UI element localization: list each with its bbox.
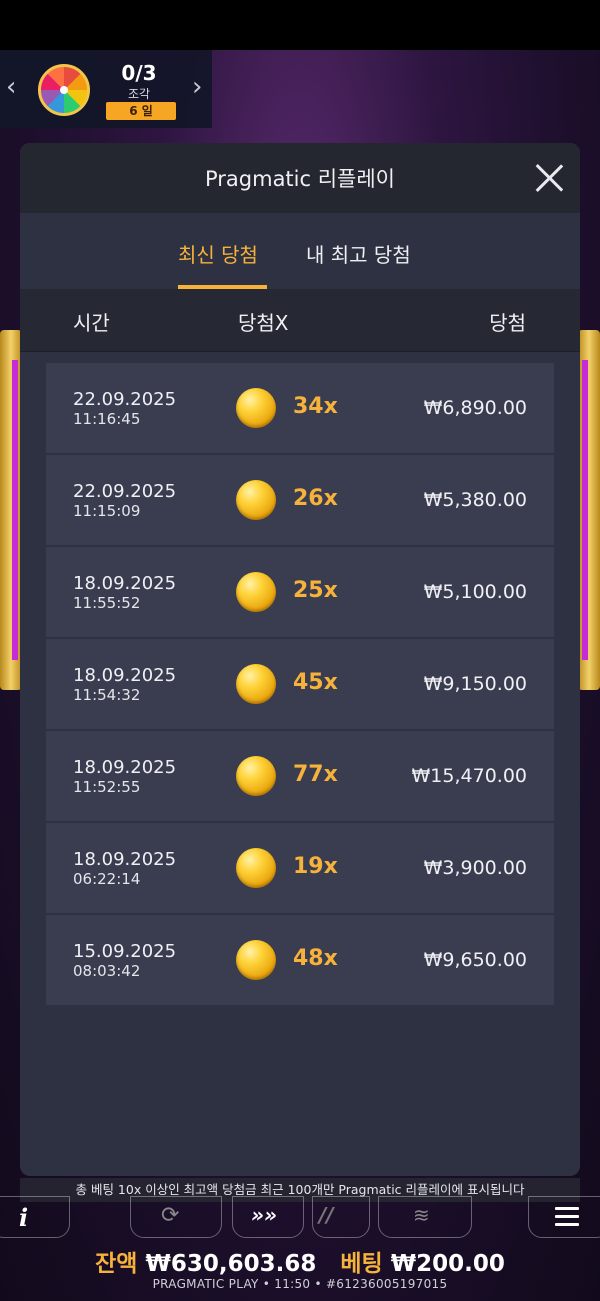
row-amount: ₩3,900.00 [423,857,527,879]
row-date: 22.09.2025 [73,389,177,410]
row-multiplier: 45x [293,670,338,695]
balance-bet-line: 잔액 ₩630,603.68 베팅 ₩200.00 [0,1244,600,1278]
turbo-icon: »» [251,1203,277,1227]
tab-latest-wins[interactable]: 최신 당첨 [178,239,258,268]
column-header-multiplier: 당첨X [238,311,289,335]
row-amount: ₩5,380.00 [423,489,527,511]
quick-spin-icon: // [319,1203,334,1227]
row-amount: ₩9,650.00 [423,949,527,971]
row-time: 11:55:52 [73,594,141,612]
row-time: 08:03:42 [73,962,141,980]
row-time: 11:52:55 [73,778,141,796]
table-row[interactable]: 18.09.2025 06:22:14 19x ₩3,900.00 [46,823,554,913]
row-multiplier: 34x [293,394,338,419]
table-row[interactable]: 18.09.2025 11:52:55 77x ₩15,470.00 [46,731,554,821]
bet-value: ₩200.00 [390,1251,505,1277]
row-multiplier: 26x [293,486,338,511]
row-multiplier: 25x [293,578,338,603]
info-button[interactable]: i [0,1196,70,1238]
prize-days-badge: 6 일 [106,102,176,120]
prize-label: 조각 [127,87,151,101]
autoplay-icon: ⟳ [161,1203,180,1228]
coin-icon [236,756,276,796]
row-date: 22.09.2025 [73,481,177,502]
reel-frame-left [0,330,22,690]
table-row[interactable]: 22.09.2025 11:15:09 26x ₩5,380.00 [46,455,554,545]
reel-frame-right [578,330,600,690]
table-row[interactable]: 18.09.2025 11:55:52 25x ₩5,100.00 [46,547,554,637]
table-row[interactable]: 15.09.2025 08:03:42 48x ₩9,650.00 [46,915,554,1005]
balance-label: 잔액 [95,1251,138,1277]
wheel-icon [38,64,90,116]
row-date: 18.09.2025 [73,665,177,686]
row-time: 11:54:32 [73,686,141,704]
row-date: 18.09.2025 [73,757,177,778]
balance-value: ₩630,603.68 [145,1251,317,1277]
row-time: 06:22:14 [73,870,141,888]
replay-modal: Pragmatic 리플레이 최신 당첨 내 최고 당첨 시간 당첨X 당첨 2… [20,143,580,1176]
bet-settings-button[interactable]: ≋ [378,1196,472,1238]
row-multiplier: 77x [293,762,338,787]
status-bar-area [0,0,600,50]
game-status-line: PRAGMATIC PLAY • 11:50 • #61236005197015 [152,1277,448,1291]
coin-icon [236,480,276,520]
table-row[interactable]: 18.09.2025 11:54:32 45x ₩9,150.00 [46,639,554,729]
row-amount: ₩6,890.00 [423,397,527,419]
game-controls: i ⟳ »» // ≋ [0,1196,600,1240]
modal-title: Pragmatic 리플레이 [204,167,396,191]
info-icon: i [19,1203,29,1232]
row-date: 18.09.2025 [73,573,177,594]
turbo-spin-button[interactable]: »» [232,1196,304,1238]
hamburger-menu-icon [555,1207,579,1226]
row-amount: ₩9,150.00 [423,673,527,695]
row-date: 18.09.2025 [73,849,177,870]
row-amount: ₩5,100.00 [423,581,527,603]
table-header: 시간 당첨X 당첨 [20,289,580,352]
quick-spin-button[interactable]: // [312,1196,370,1238]
coin-icon [236,572,276,612]
close-icon[interactable] [534,163,564,193]
menu-button[interactable] [528,1196,600,1238]
prize-drop-widget[interactable]: ‹ 0/3 조각 6 일 › [0,50,212,128]
row-multiplier: 19x [293,854,338,879]
chevron-right-icon[interactable]: › [192,72,202,102]
row-multiplier: 48x [293,946,338,971]
table-row[interactable]: 22.09.2025 11:16:45 34x ₩6,890.00 [46,363,554,453]
modal-header: Pragmatic 리플레이 [20,143,580,213]
bet-label: 베팅 [340,1251,383,1277]
coin-icon [236,940,276,980]
tab-bar: 최신 당첨 내 최고 당첨 [20,213,580,289]
row-time: 11:16:45 [73,410,141,428]
column-header-time: 시간 [73,311,110,335]
autoplay-button[interactable]: ⟳ [130,1196,222,1238]
wheel-center [60,86,68,94]
column-header-win: 당첨 [489,311,526,335]
row-date: 15.09.2025 [73,941,177,962]
coin-icon [236,848,276,888]
prize-count: 0/3 [121,61,157,85]
row-time: 11:15:09 [73,502,141,520]
row-amount: ₩15,470.00 [411,765,527,787]
coin-icon [236,664,276,704]
coin-icon [236,388,276,428]
coins-icon: ≋ [413,1203,430,1227]
chevron-left-icon[interactable]: ‹ [6,72,16,102]
tab-my-best-wins[interactable]: 내 최고 당첨 [306,239,411,268]
